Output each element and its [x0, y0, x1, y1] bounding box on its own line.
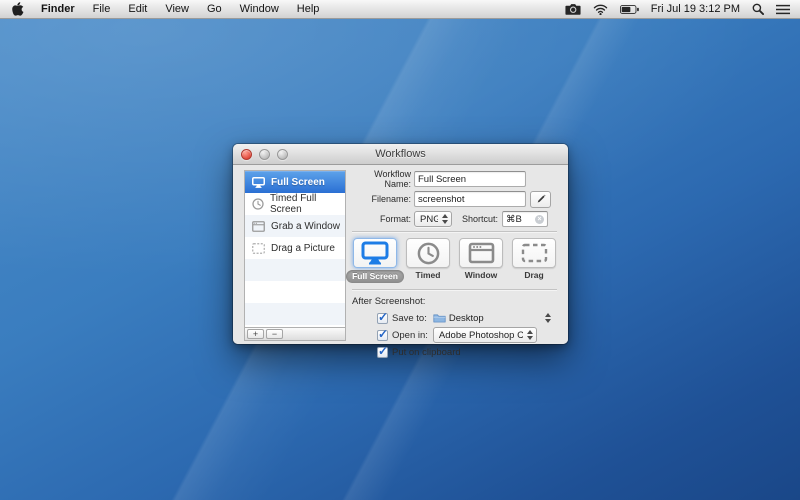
clipboard-row: ✓ Put on clipboard — [377, 345, 557, 359]
divider — [352, 289, 557, 290]
sidebar-empty-rows — [245, 259, 345, 327]
menu-edit[interactable]: Edit — [119, 3, 156, 15]
window-icon — [468, 242, 495, 264]
menubar-clock[interactable]: Fri Jul 19 3:12 PM — [651, 3, 740, 15]
workflows-window: Workflows Full Screen — [233, 144, 568, 344]
mode-timed-button[interactable] — [406, 238, 450, 268]
mode-label: Window — [465, 270, 498, 280]
mode-label: Drag — [524, 270, 543, 280]
check-icon: ✓ — [378, 327, 388, 341]
folder-icon — [433, 313, 446, 323]
open-in-popup[interactable]: Adobe Photoshop CS5 — [433, 327, 537, 343]
display-icon — [252, 177, 265, 188]
display-icon — [361, 241, 389, 265]
save-to-popup[interactable]: Desktop — [433, 313, 551, 324]
minimize-button[interactable] — [259, 149, 270, 160]
format-label: Format: — [352, 214, 414, 224]
open-in-value: Adobe Photoshop CS5 — [439, 330, 523, 341]
divider — [352, 231, 557, 232]
mode-label: Full Screen — [346, 270, 404, 283]
pen-icon — [535, 194, 546, 205]
mode-timed: Timed — [405, 238, 451, 283]
filename-input[interactable] — [414, 191, 526, 207]
clipboard-checkbox[interactable]: ✓ — [377, 347, 388, 358]
mode-window: Window — [458, 238, 504, 283]
clock-icon — [417, 242, 440, 265]
sidebar-item-label: Grab a Window — [271, 221, 340, 232]
title-bar[interactable]: Workflows — [233, 144, 568, 165]
mode-full-screen: Full Screen — [352, 238, 398, 283]
apple-menu[interactable] — [10, 2, 32, 16]
sidebar-item-timed-full-screen[interactable]: Timed Full Screen — [245, 193, 345, 215]
menu-window[interactable]: Window — [231, 3, 288, 15]
spotlight-icon[interactable] — [752, 3, 764, 15]
menu-bar: Finder File Edit View Go Window Help Fri… — [0, 0, 800, 19]
battery-icon[interactable] — [620, 5, 639, 14]
drag-icon — [521, 243, 548, 263]
format-value: PNG — [420, 214, 438, 225]
mode-drag: Drag — [511, 238, 557, 283]
capture-mode-group: Full Screen Timed — [352, 238, 557, 283]
wifi-icon[interactable] — [593, 4, 608, 15]
popup-arrows-icon — [523, 330, 533, 340]
mode-drag-button[interactable] — [512, 238, 556, 268]
sidebar-item-grab-a-window[interactable]: Grab a Window — [245, 215, 345, 237]
menu-finder[interactable]: Finder — [32, 3, 84, 15]
menu-view[interactable]: View — [156, 3, 198, 15]
add-workflow-button[interactable]: + — [247, 329, 264, 339]
sidebar-item-full-screen[interactable]: Full Screen — [245, 171, 345, 193]
open-in-checkbox[interactable]: ✓ — [377, 330, 388, 341]
format-popup[interactable]: PNG — [414, 211, 452, 227]
window-title: Workflows — [375, 148, 426, 160]
save-to-label[interactable]: Save to: — [392, 313, 427, 324]
popup-arrows-icon — [438, 214, 448, 224]
workflow-name-input[interactable] — [414, 171, 526, 187]
sidebar-item-drag-a-picture[interactable]: Drag a Picture — [245, 237, 345, 259]
apple-icon — [12, 2, 24, 16]
check-icon: ✓ — [378, 310, 388, 324]
workflow-list: Full Screen Timed Full Screen — [244, 170, 346, 341]
save-to-checkbox[interactable]: ✓ — [377, 313, 388, 324]
workflow-name-label: Workflow Name: — [352, 169, 414, 189]
mode-label: Timed — [416, 270, 441, 280]
mode-full-screen-button[interactable] — [353, 238, 397, 268]
after-screenshot-heading: After Screenshot: — [352, 296, 557, 307]
close-button[interactable] — [241, 149, 252, 160]
drag-icon — [252, 243, 265, 254]
sidebar-item-label: Drag a Picture — [271, 243, 335, 254]
menu-go[interactable]: Go — [198, 3, 231, 15]
menu-help[interactable]: Help — [288, 3, 329, 15]
filename-token-button[interactable] — [530, 191, 551, 208]
open-in-row: ✓ Open in: Adobe Photoshop CS5 — [377, 328, 557, 342]
sidebar-toolbar: + − — [245, 327, 345, 340]
shortcut-value: ⌘B — [506, 214, 522, 225]
notification-center-icon[interactable] — [776, 4, 790, 15]
menu-file[interactable]: File — [84, 3, 120, 15]
shortcut-label: Shortcut: — [462, 214, 498, 224]
popup-arrows-icon — [541, 313, 551, 323]
save-to-row: ✓ Save to: Desktop — [377, 311, 557, 325]
mode-window-button[interactable] — [459, 238, 503, 268]
window-content: Full Screen Timed Full Screen — [233, 165, 568, 344]
zoom-button[interactable] — [277, 149, 288, 160]
clock-icon — [252, 198, 264, 210]
filename-label: Filename: — [352, 194, 414, 204]
shortcut-field[interactable]: ⌘B × — [502, 211, 548, 227]
sidebar-item-label: Full Screen — [271, 177, 325, 188]
save-to-value: Desktop — [449, 313, 484, 324]
remove-workflow-button[interactable]: − — [266, 329, 283, 339]
check-icon: ✓ — [378, 344, 388, 358]
clear-shortcut-button[interactable]: × — [535, 215, 544, 224]
camera-icon[interactable] — [565, 3, 581, 15]
workflow-detail-panel: Workflow Name: Filename: Format: PNG — [352, 171, 557, 362]
clipboard-label[interactable]: Put on clipboard — [392, 347, 461, 358]
window-icon — [252, 221, 265, 232]
open-in-label[interactable]: Open in: — [392, 330, 428, 341]
sidebar-item-label: Timed Full Screen — [270, 193, 345, 215]
